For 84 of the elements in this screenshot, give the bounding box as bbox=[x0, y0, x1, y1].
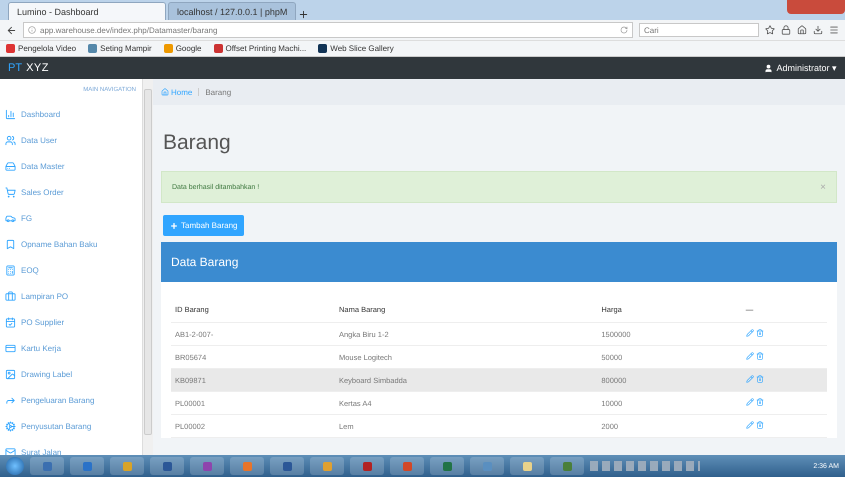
sidebar-item[interactable]: EOQ bbox=[0, 257, 142, 283]
trash-icon[interactable] bbox=[756, 398, 764, 406]
search-field[interactable]: Cari bbox=[639, 23, 759, 37]
sidebar-item[interactable]: Penyusutan Barang bbox=[0, 413, 142, 439]
sidebar-item[interactable]: Dashboard bbox=[0, 101, 142, 127]
edit-icon[interactable] bbox=[746, 398, 754, 406]
taskbar-app[interactable] bbox=[190, 457, 224, 475]
mail-icon bbox=[5, 446, 16, 455]
lock-icon[interactable] bbox=[781, 25, 791, 35]
sidebar-item[interactable]: PO Supplier bbox=[0, 309, 142, 335]
breadcrumb-current: Barang bbox=[205, 88, 232, 96]
page-title: Barang bbox=[163, 131, 232, 155]
sidebar-item[interactable]: Pengeluaran Barang bbox=[0, 387, 142, 413]
plus-icon bbox=[170, 222, 178, 230]
taskbar-app[interactable] bbox=[110, 457, 144, 475]
sidebar-item[interactable]: Surat Jalan bbox=[0, 439, 142, 455]
sidebar-item[interactable]: Kartu Kerja bbox=[0, 335, 142, 361]
user-menu[interactable]: Administrator ▾ bbox=[764, 63, 837, 73]
browser-tab[interactable]: localhost / 127.0.0.1 | phpM bbox=[168, 2, 296, 20]
cart-icon bbox=[5, 186, 16, 198]
trash-icon[interactable] bbox=[756, 329, 764, 337]
home-icon bbox=[161, 88, 169, 96]
users-icon bbox=[5, 134, 16, 146]
start-button[interactable] bbox=[6, 457, 24, 475]
taskbar-app[interactable] bbox=[470, 457, 504, 475]
gear-icon bbox=[5, 420, 16, 432]
edit-icon[interactable] bbox=[746, 375, 754, 383]
taskbar-app[interactable] bbox=[230, 457, 264, 475]
info-icon bbox=[28, 26, 36, 34]
image-icon bbox=[5, 368, 16, 380]
sidebar-item[interactable]: FG bbox=[0, 205, 142, 231]
sidebar-item[interactable]: Data Master bbox=[0, 153, 142, 179]
bookmark-link[interactable]: Google bbox=[164, 44, 202, 53]
taskbar-app[interactable] bbox=[390, 457, 424, 475]
new-tab-icon[interactable] bbox=[298, 9, 309, 20]
edit-icon[interactable] bbox=[746, 421, 754, 429]
trash-icon[interactable] bbox=[756, 375, 764, 383]
bookmark-link[interactable]: Offset Printing Machi... bbox=[214, 44, 306, 53]
user-icon bbox=[764, 64, 774, 72]
taskbar-app[interactable] bbox=[510, 457, 544, 475]
taskbar-app[interactable] bbox=[430, 457, 464, 475]
browser-tab[interactable]: Lumino - Dashboard bbox=[8, 2, 166, 20]
trash-icon[interactable] bbox=[756, 352, 764, 360]
taskbar-app[interactable] bbox=[70, 457, 104, 475]
bookmark-link[interactable]: Web Slice Gallery bbox=[318, 44, 394, 53]
close-button[interactable]: × bbox=[820, 182, 826, 192]
sidebar-item[interactable]: Drawing Label bbox=[0, 361, 142, 387]
taskbar-app[interactable] bbox=[150, 457, 184, 475]
briefcase-icon bbox=[5, 290, 16, 302]
taskbar-app[interactable] bbox=[310, 457, 344, 475]
address-field[interactable]: app.warehouse.dev/index.php/Datamaster/barang bbox=[23, 22, 633, 38]
scrollbar-thumb[interactable] bbox=[144, 89, 152, 435]
sidebar-item[interactable]: Lampiran PO bbox=[0, 283, 142, 309]
breadcrumb-link[interactable]: Home bbox=[161, 88, 192, 96]
star-icon[interactable] bbox=[765, 25, 775, 35]
sidebar-item[interactable]: Sales Order bbox=[0, 179, 142, 205]
card-icon bbox=[5, 342, 16, 354]
reload-icon[interactable] bbox=[620, 26, 628, 34]
calculator-icon bbox=[5, 264, 16, 276]
edit-icon[interactable] bbox=[746, 352, 754, 360]
panel-title: Data Barang bbox=[171, 255, 238, 269]
bookmark-link[interactable]: Pengelola Video bbox=[6, 44, 76, 53]
back-icon[interactable] bbox=[6, 24, 17, 36]
taskbar-app[interactable] bbox=[550, 457, 584, 475]
brand-prefix: PT bbox=[8, 62, 22, 74]
sidebar-item[interactable]: Opname Bahan Baku bbox=[0, 231, 142, 257]
add-button[interactable]: Tambah Barang bbox=[163, 215, 244, 236]
taskbar-app[interactable] bbox=[270, 457, 304, 475]
bookmark-link[interactable]: Seting Mampir bbox=[88, 44, 152, 53]
taskbar-app[interactable] bbox=[350, 457, 384, 475]
share-icon bbox=[5, 394, 16, 406]
edit-icon[interactable] bbox=[746, 329, 754, 337]
trash-icon[interactable] bbox=[756, 421, 764, 429]
bar-chart-icon bbox=[5, 108, 16, 120]
brand-name: XYZ bbox=[26, 62, 49, 74]
taskbar-app[interactable] bbox=[30, 457, 64, 475]
calendar-icon bbox=[5, 316, 16, 328]
download-icon[interactable] bbox=[813, 25, 823, 35]
menu-icon[interactable] bbox=[829, 25, 839, 35]
url-text: app.warehouse.dev/index.php/Datamaster/barang bbox=[40, 26, 218, 34]
home-icon[interactable] bbox=[797, 25, 807, 35]
bookmark-icon bbox=[5, 238, 16, 250]
sidebar-item[interactable]: Data User bbox=[0, 127, 142, 153]
server-icon bbox=[5, 160, 16, 172]
